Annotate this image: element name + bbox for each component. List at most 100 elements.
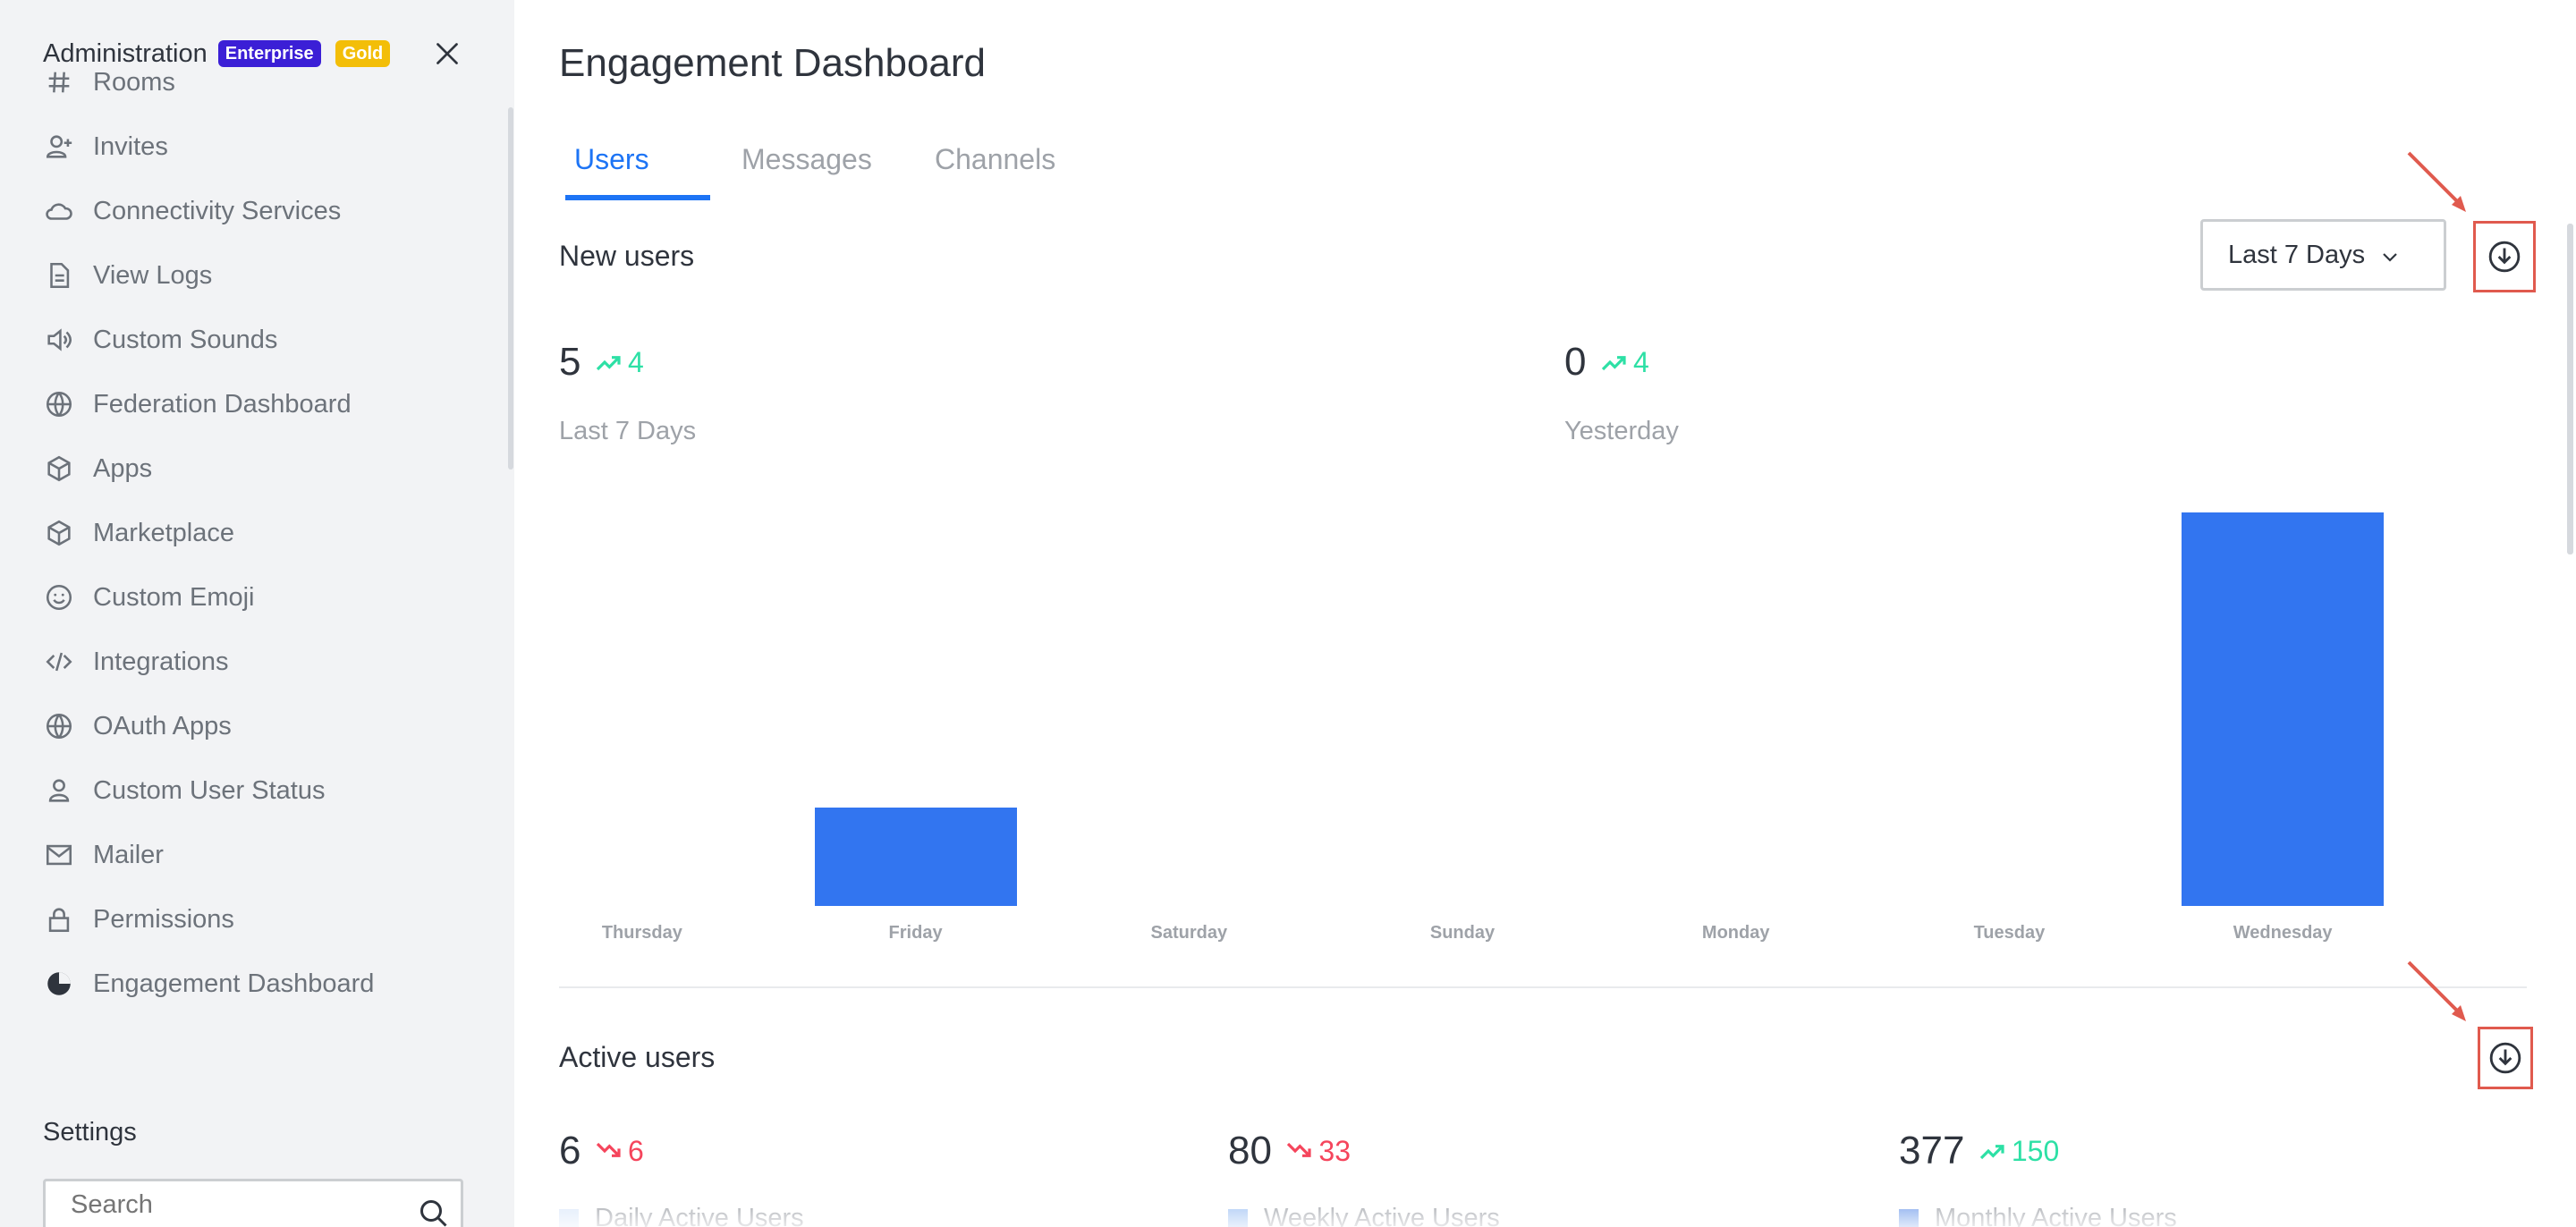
sidebar-item-label: OAuth Apps xyxy=(93,711,232,740)
sidebar-item-label: Custom Emoji xyxy=(93,582,255,612)
trend-up-icon xyxy=(1979,1145,2004,1160)
metric-yesterday: 0 4 xyxy=(1564,340,1649,385)
hashtag-icon xyxy=(43,66,75,98)
chevron-down-icon xyxy=(2379,245,2401,267)
download-active-users-button[interactable] xyxy=(2478,1027,2533,1089)
page-title: Engagement Dashboard xyxy=(559,41,986,85)
x-axis-label: Thursday xyxy=(601,923,682,943)
sidebar-scrollbar[interactable] xyxy=(508,107,513,470)
main-scrollbar[interactable] xyxy=(2567,224,2573,554)
admin-sidebar: Administration Enterprise Gold Rooms Inv… xyxy=(0,0,514,1227)
globe-icon xyxy=(43,710,75,742)
metric-delta-value: 33 xyxy=(1318,1134,1351,1167)
legend-label: Weekly Active Users xyxy=(1264,1204,1500,1227)
sidebar-item-custom-user-status[interactable]: Custom User Status xyxy=(43,773,490,808)
legend-swatch xyxy=(1899,1208,1919,1227)
sidebar-item-view-logs[interactable]: View Logs xyxy=(43,258,490,293)
chart-bar-friday[interactable] xyxy=(814,808,1017,906)
sidebar-item-label: Federation Dashboard xyxy=(93,389,352,419)
sidebar-item-marketplace[interactable]: Marketplace xyxy=(43,515,490,551)
enterprise-badge: Enterprise xyxy=(217,40,321,67)
trend-down-icon xyxy=(596,1142,621,1157)
metric-daily-active: 6 6 xyxy=(559,1129,644,1173)
metric-value: 80 xyxy=(1228,1129,1272,1172)
settings-heading: Settings xyxy=(43,1118,137,1147)
metric-value: 377 xyxy=(1899,1129,1965,1172)
metric-delta: 33 xyxy=(1284,1135,1351,1168)
legend-monthly-active: Monthly Active Users xyxy=(1899,1204,2177,1227)
cloud-icon xyxy=(43,195,75,227)
download-new-users-button[interactable] xyxy=(2473,221,2536,292)
chart-bar-wednesday[interactable] xyxy=(2182,512,2385,906)
user-plus-icon xyxy=(43,131,75,163)
search-input[interactable] xyxy=(46,1181,403,1227)
tab-channels[interactable]: Channels xyxy=(935,143,1055,176)
period-select-value: Last 7 Days xyxy=(2228,240,2366,269)
emoji-icon xyxy=(43,581,75,614)
file-icon xyxy=(43,259,75,292)
sidebar-item-engagement-dashboard[interactable]: Engagement Dashboard xyxy=(43,966,490,1002)
legend-label: Monthly Active Users xyxy=(1935,1204,2177,1227)
lock-icon xyxy=(43,903,75,935)
pie-chart-icon xyxy=(43,968,75,1000)
download-icon xyxy=(2488,241,2521,273)
trend-down-icon xyxy=(1287,1142,1312,1157)
metric-value: 0 xyxy=(1564,340,1587,384)
code-icon xyxy=(43,646,75,678)
sidebar-item-invites[interactable]: Invites xyxy=(43,129,490,165)
download-icon xyxy=(2489,1042,2521,1074)
metric-delta: 6 xyxy=(594,1135,644,1168)
x-axis-label: Wednesday xyxy=(2233,923,2333,943)
sidebar-item-custom-emoji[interactable]: Custom Emoji xyxy=(43,580,490,615)
search-icon[interactable] xyxy=(418,1197,450,1227)
metric-label: Yesterday xyxy=(1564,417,1679,445)
trend-up-icon xyxy=(596,356,621,371)
sidebar-item-custom-sounds[interactable]: Custom Sounds xyxy=(43,322,490,358)
sidebar-item-label: Marketplace xyxy=(93,518,234,547)
cube-icon xyxy=(43,517,75,549)
x-axis-label: Saturday xyxy=(1150,923,1228,943)
user-icon xyxy=(43,774,75,807)
gold-badge: Gold xyxy=(335,40,391,67)
period-select[interactable]: Last 7 Days xyxy=(2200,219,2446,291)
active-tab-indicator xyxy=(565,195,710,200)
metric-delta-value: 4 xyxy=(627,345,644,378)
sidebar-item-apps[interactable]: Apps xyxy=(43,451,490,487)
sidebar-item-label: Permissions xyxy=(93,904,234,934)
metric-value: 5 xyxy=(559,340,581,384)
mail-icon xyxy=(43,839,75,871)
globe-icon xyxy=(43,388,75,420)
x-axis-label: Monday xyxy=(1701,923,1770,943)
cube-icon xyxy=(43,453,75,485)
tab-messages[interactable]: Messages xyxy=(741,143,872,176)
tab-users[interactable]: Users xyxy=(574,143,649,176)
x-axis-label: Sunday xyxy=(1429,923,1496,943)
sidebar-item-mailer[interactable]: Mailer xyxy=(43,837,490,873)
metric-last-7-days: 5 4 xyxy=(559,340,644,385)
metric-value: 6 xyxy=(559,1129,581,1172)
sidebar-item-federation-dashboard[interactable]: Federation Dashboard xyxy=(43,386,490,422)
annotation-arrow xyxy=(2407,960,2466,1021)
metric-weekly-active: 80 33 xyxy=(1228,1129,1351,1173)
new-users-bar-chart: Thursday Friday Saturday Sunday Monday Tuesda… xyxy=(559,501,2473,948)
section-divider xyxy=(559,986,2527,988)
sidebar-item-rooms[interactable]: Rooms xyxy=(43,64,490,100)
sidebar-item-label: Custom User Status xyxy=(93,775,326,805)
sidebar-item-label: Invites xyxy=(93,131,168,161)
annotation-arrow xyxy=(2407,151,2466,212)
legend-label: Daily Active Users xyxy=(595,1204,804,1227)
settings-search[interactable] xyxy=(43,1179,463,1227)
sidebar-item-label: Engagement Dashboard xyxy=(93,969,375,998)
main-content: Engagement Dashboard Users Messages Chan… xyxy=(514,0,2576,1227)
sidebar-item-connectivity-services[interactable]: Connectivity Services xyxy=(43,193,490,229)
metric-delta-value: 150 xyxy=(2011,1134,2060,1167)
metric-delta: 4 xyxy=(594,346,644,379)
metric-delta-value: 4 xyxy=(1632,345,1649,378)
metric-delta: 150 xyxy=(1978,1135,2059,1168)
trend-up-icon xyxy=(1601,356,1626,371)
legend-daily-active: Daily Active Users xyxy=(559,1204,804,1227)
sidebar-item-label: Integrations xyxy=(93,647,229,676)
sidebar-item-permissions[interactable]: Permissions xyxy=(43,901,490,937)
sidebar-item-integrations[interactable]: Integrations xyxy=(43,644,490,680)
sidebar-item-oauth-apps[interactable]: OAuth Apps xyxy=(43,708,490,744)
